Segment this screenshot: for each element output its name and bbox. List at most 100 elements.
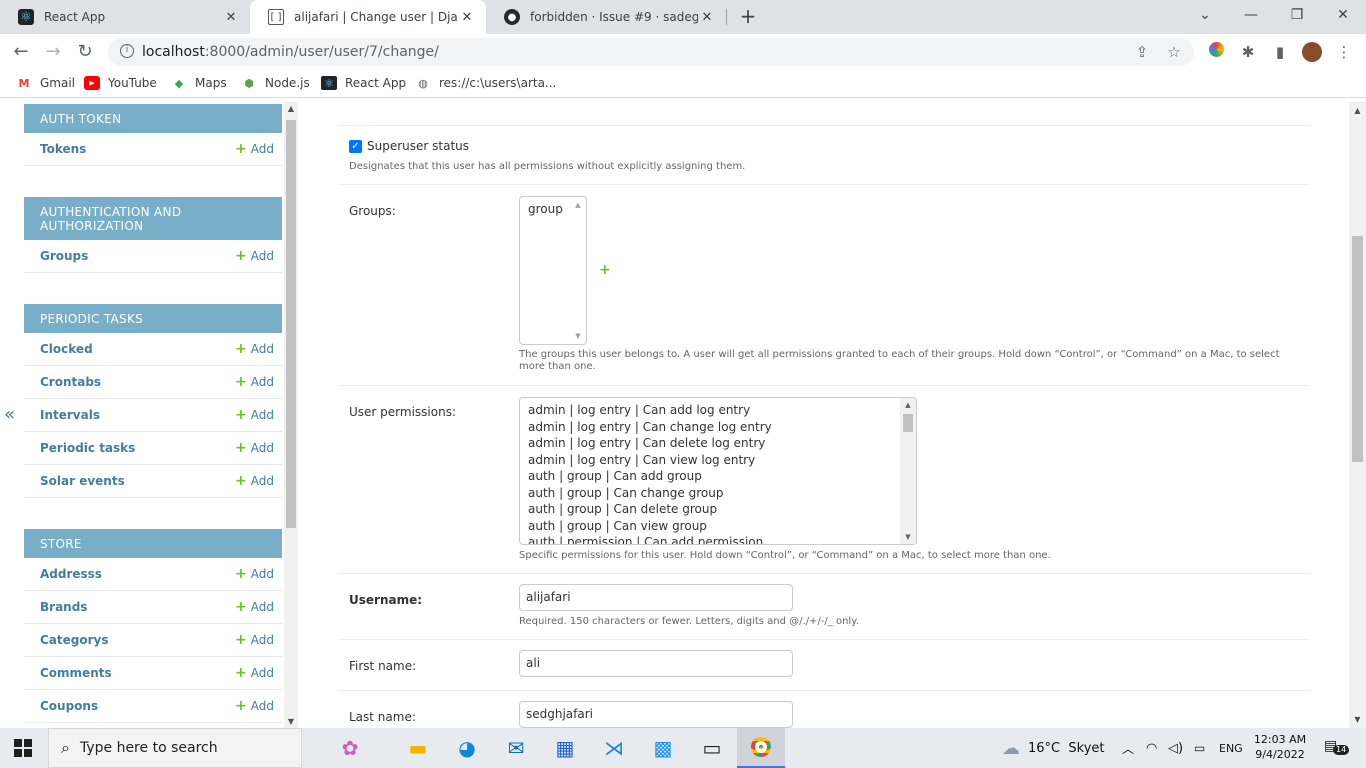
address-bar[interactable]: i localhost:8000/admin/user/user/7/chang…: [108, 38, 1194, 66]
model-link-brands[interactable]: Brands: [40, 600, 235, 614]
tab-search-button[interactable]: ⌄: [1182, 0, 1228, 34]
search-highlight-icon[interactable]: ✿: [312, 732, 388, 764]
restore-button[interactable]: ❐: [1274, 0, 1320, 34]
permission-option[interactable]: admin | log entry | Can view log entry: [520, 452, 916, 469]
new-tab-button[interactable]: +: [736, 5, 760, 29]
superuser-label[interactable]: Superuser status: [367, 139, 469, 153]
profile-avatar[interactable]: [1302, 42, 1322, 62]
bookmark-star-icon[interactable]: ☆: [1164, 43, 1184, 61]
module-caption-periodic-tasks[interactable]: PERIODIC TASKS: [24, 304, 282, 333]
taskbar-search[interactable]: ⌕ Type here to search: [48, 728, 302, 768]
scroll-down-arrow-icon[interactable]: ▼: [900, 533, 916, 541]
scroll-down-arrow-icon[interactable]: ▼: [1349, 715, 1366, 724]
scrollbar-thumb[interactable]: [1352, 236, 1363, 462]
windows-start-icon[interactable]: [14, 739, 32, 757]
model-link-groups[interactable]: Groups: [40, 249, 235, 263]
add-periodic-tasks-button[interactable]: + Add: [235, 440, 274, 456]
notification-center-icon[interactable]: ▤ 14: [1324, 738, 1350, 755]
scroll-up-arrow-icon[interactable]: ▲: [284, 104, 298, 113]
bookmark-res[interactable]: ◍ res://c:\users\arta...: [415, 76, 556, 90]
weather-widget[interactable]: ☁ 16°C Skyet: [1002, 728, 1105, 768]
model-link-solar-events[interactable]: Solar events: [40, 474, 235, 488]
permission-option[interactable]: admin | log entry | Can change log entry: [520, 419, 916, 436]
module-caption-store[interactable]: STORE: [24, 529, 282, 558]
add-categorys-button[interactable]: + Add: [235, 632, 274, 648]
volume-icon[interactable]: ◁): [1168, 728, 1183, 768]
scroll-up-arrow-icon[interactable]: ▲: [1349, 106, 1366, 115]
back-button[interactable]: ←: [8, 39, 34, 65]
permission-option[interactable]: auth | group | Can add group: [520, 468, 916, 485]
permission-option[interactable]: auth | group | Can delete group: [520, 501, 916, 518]
bookmark-react-app[interactable]: ⚛ React App: [321, 76, 406, 90]
close-icon[interactable]: ✕: [222, 10, 240, 25]
model-link-tokens[interactable]: Tokens: [40, 142, 235, 156]
add-crontabs-button[interactable]: + Add: [235, 374, 274, 390]
store-icon[interactable]: ▦: [541, 728, 589, 768]
close-window-button[interactable]: ✕: [1320, 0, 1366, 34]
model-link-coupons[interactable]: Coupons: [40, 699, 235, 713]
chrome-icon[interactable]: [737, 728, 785, 768]
model-link-crontabs[interactable]: Crontabs: [40, 375, 235, 389]
reload-button[interactable]: ↻: [72, 39, 98, 65]
model-link-comments[interactable]: Comments: [40, 666, 235, 680]
permission-option[interactable]: auth | group | Can view group: [520, 518, 916, 535]
superuser-checkbox[interactable]: ✓: [349, 140, 362, 153]
add-comments-button[interactable]: + Add: [235, 665, 274, 681]
info-icon[interactable]: i: [120, 44, 134, 58]
first-name-input[interactable]: ali: [519, 650, 793, 677]
add-tokens-button[interactable]: + Add: [235, 141, 274, 157]
scroll-up-arrow-icon[interactable]: ▲: [570, 201, 586, 209]
bookmark-gmail[interactable]: M Gmail: [16, 76, 76, 90]
scrollbar-thumb[interactable]: [903, 414, 913, 432]
model-link-addresss[interactable]: Addresss: [40, 567, 235, 581]
bookmark-maps[interactable]: ◆ Maps: [171, 76, 227, 90]
close-icon[interactable]: ✕: [698, 10, 716, 25]
scrollbar-thumb[interactable]: [286, 120, 296, 528]
add-coupons-button[interactable]: + Add: [235, 698, 274, 714]
add-clocked-button[interactable]: + Add: [235, 341, 274, 357]
add-solar-events-button[interactable]: + Add: [235, 473, 274, 489]
scroll-up-arrow-icon[interactable]: ▲: [900, 401, 916, 409]
taskbar-clock[interactable]: 12:03 AM 9/4/2022: [1250, 732, 1310, 762]
browser-tab-github-issue[interactable]: ● forbidden · Issue #9 · sadeghesfa ✕: [486, 0, 726, 34]
language-indicator[interactable]: ENG: [1219, 728, 1243, 768]
permission-option[interactable]: auth | permission | Can add permission: [520, 534, 916, 544]
terminal-icon[interactable]: ▭: [688, 728, 736, 768]
module-caption-authentication[interactable]: AUTHENTICATION AND AUTHORIZATION: [24, 197, 282, 240]
scroll-down-arrow-icon[interactable]: ▼: [284, 717, 298, 726]
edge-icon[interactable]: ◕: [443, 728, 491, 768]
browser-tab-react-app[interactable]: ⚛ React App ✕: [0, 0, 250, 34]
extension-color-icon[interactable]: [1206, 42, 1226, 62]
wifi-icon[interactable]: ◠: [1146, 728, 1157, 768]
file-explorer-icon[interactable]: ▬: [394, 728, 442, 768]
side-panel-icon[interactable]: ▮: [1270, 42, 1290, 62]
docker-icon[interactable]: ▩: [639, 728, 687, 768]
permission-option[interactable]: auth | group | Can change group: [520, 485, 916, 502]
permission-option[interactable]: admin | log entry | Can delete log entry: [520, 435, 916, 452]
nav-sidebar-toggle[interactable]: «: [4, 404, 15, 425]
sidebar-scrollbar[interactable]: ▲ ▼: [284, 102, 298, 728]
minimize-button[interactable]: —: [1228, 0, 1274, 34]
vscode-icon[interactable]: ⋊: [590, 728, 638, 768]
bookmark-nodejs[interactable]: ⬢ Node.js: [241, 76, 310, 90]
permission-option[interactable]: admin | log entry | Can add log entry: [520, 402, 916, 419]
groups-select[interactable]: group ▲ ▼: [519, 196, 587, 345]
add-related-group-icon[interactable]: +: [599, 262, 611, 278]
close-icon[interactable]: ✕: [458, 10, 476, 25]
add-intervals-button[interactable]: + Add: [235, 407, 274, 423]
permissions-scrollbar[interactable]: ▲ ▼: [900, 398, 916, 544]
page-scrollbar[interactable]: ▲ ▼: [1349, 102, 1366, 728]
add-brands-button[interactable]: + Add: [235, 599, 274, 615]
module-caption-auth-token[interactable]: AUTH TOKEN: [24, 104, 282, 133]
last-name-input[interactable]: sedghjafari: [519, 701, 793, 728]
scroll-down-arrow-icon[interactable]: ▼: [570, 332, 586, 340]
show-hidden-icons-chevron-icon[interactable]: ︿: [1122, 728, 1134, 768]
model-link-intervals[interactable]: Intervals: [40, 408, 235, 422]
share-icon[interactable]: ⇪: [1132, 43, 1152, 61]
mail-icon[interactable]: ✉: [492, 728, 540, 768]
username-input[interactable]: alijafari: [519, 584, 793, 611]
user-permissions-select[interactable]: admin | log entry | Can add log entry ad…: [519, 397, 917, 545]
add-groups-button[interactable]: + Add: [235, 248, 274, 264]
model-link-clocked[interactable]: Clocked: [40, 342, 235, 356]
extensions-puzzle-icon[interactable]: ✱: [1238, 42, 1258, 62]
